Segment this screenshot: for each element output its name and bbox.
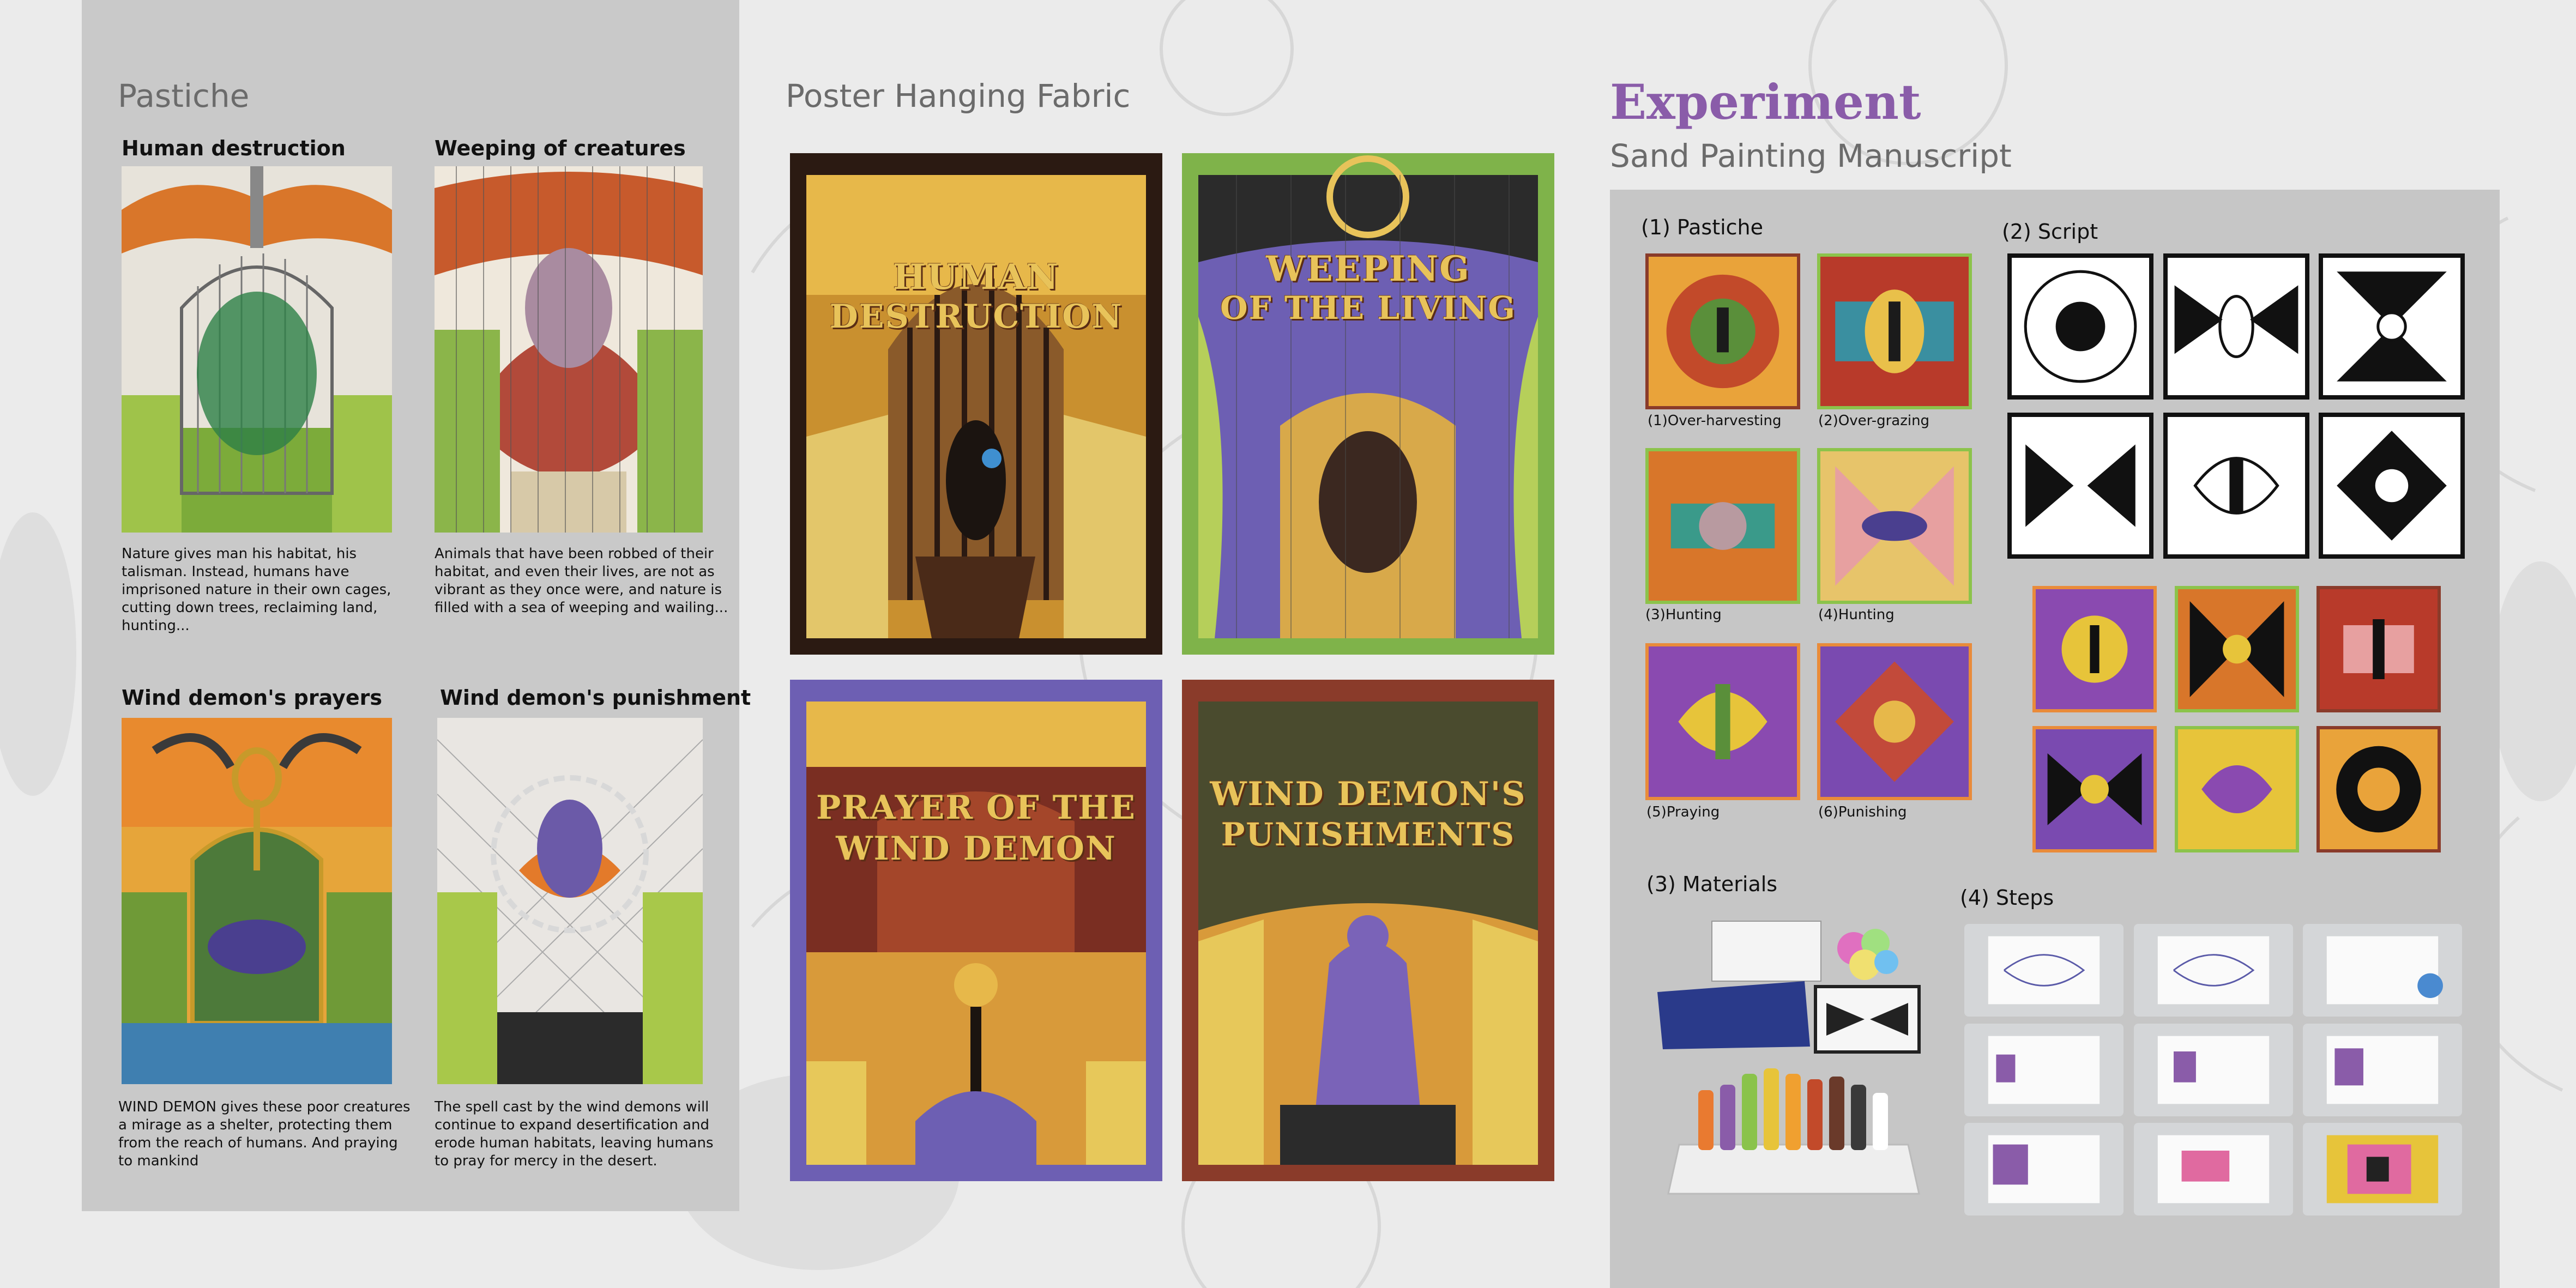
pastiche-heading: Pastiche bbox=[118, 77, 250, 114]
script-line-drawing-6 bbox=[2319, 413, 2465, 559]
poster-title: PRAYER OF THE bbox=[816, 789, 1136, 827]
step-photo-3 bbox=[2303, 924, 2462, 1017]
pastiche-item-title: Human destruction bbox=[122, 136, 346, 160]
poster-wind-demons-punishments: WIND DEMON'S PUNISHMENTS bbox=[1182, 680, 1554, 1181]
step-photo-7 bbox=[1964, 1123, 2123, 1216]
tile-caption: (5)Praying bbox=[1646, 804, 1720, 820]
poster-title: OF THE LIVING bbox=[1220, 289, 1516, 326]
poster-human-destruction: HUMAN DESTRUCTION bbox=[790, 153, 1162, 655]
sand-tile-hunting-1 bbox=[1645, 448, 1800, 604]
pastiche-item-title: Weeping of creatures bbox=[435, 136, 686, 160]
section-label-steps: (4) Steps bbox=[1960, 886, 2054, 910]
step-photo-8 bbox=[2134, 1123, 2293, 1216]
tile-caption: (2)Over-grazing bbox=[1818, 413, 1930, 429]
experiment-title: Experiment bbox=[1610, 74, 1921, 130]
sand-tile-hunting-2 bbox=[1817, 448, 1972, 604]
poster-prayer-of-the-wind-demon: PRAYER OF THE WIND DEMON bbox=[790, 680, 1162, 1181]
pastiche-item-title: Wind demon's punishment bbox=[440, 686, 751, 710]
pastiche-artwork-wind-demons-punishment bbox=[437, 718, 703, 1084]
poster-title: WEEPING bbox=[1266, 249, 1470, 289]
script-colored-2 bbox=[2175, 586, 2299, 712]
experiment-subtitle: Sand Painting Manuscript bbox=[1610, 137, 2012, 174]
step-photo-4 bbox=[1964, 1024, 2123, 1116]
pastiche-item-title: Wind demon's prayers bbox=[122, 686, 382, 710]
tile-caption: (6)Punishing bbox=[1818, 804, 1907, 820]
pastiche-artwork-wind-demons-prayers bbox=[122, 718, 392, 1084]
script-line-drawing-1 bbox=[2007, 253, 2153, 400]
sand-tile-over-harvesting bbox=[1645, 253, 1800, 409]
script-line-drawing-3 bbox=[2319, 253, 2465, 400]
pastiche-item-desc: The spell cast by the wind demons will c… bbox=[435, 1099, 714, 1169]
poster-title: HUMAN bbox=[892, 257, 1060, 298]
sand-tile-punishing bbox=[1817, 643, 1972, 800]
script-colored-5 bbox=[2175, 726, 2299, 852]
script-line-drawing-2 bbox=[2163, 253, 2309, 400]
sand-tile-over-grazing bbox=[1817, 253, 1972, 409]
script-colored-1 bbox=[2032, 586, 2157, 712]
poster-weeping-of-the-living: WEEPING OF THE LIVING bbox=[1182, 153, 1554, 655]
poster-title: PUNISHMENTS bbox=[1221, 816, 1516, 853]
script-colored-4 bbox=[2032, 726, 2157, 852]
script-colored-3 bbox=[2316, 586, 2441, 712]
posters-heading: Poster Hanging Fabric bbox=[786, 77, 1131, 114]
tile-caption: (4)Hunting bbox=[1818, 607, 1895, 623]
poster-title: DESTRUCTION bbox=[829, 298, 1123, 336]
section-label-materials: (3) Materials bbox=[1646, 872, 1778, 896]
tile-caption: (3)Hunting bbox=[1645, 607, 1722, 623]
tile-caption: (1)Over-harvesting bbox=[1648, 413, 1782, 429]
section-label-script: (2) Script bbox=[2002, 220, 2098, 244]
pastiche-item-desc: Animals that have been robbed of their h… bbox=[435, 546, 728, 616]
pastiche-artwork-human-destruction bbox=[122, 166, 392, 533]
script-line-drawing-4 bbox=[2007, 413, 2153, 559]
pastiche-item-desc: Nature gives man his habitat, his talism… bbox=[122, 546, 391, 634]
step-photo-1 bbox=[1964, 924, 2123, 1017]
script-colored-6 bbox=[2316, 726, 2441, 852]
poster-title: WIND DEMON'S bbox=[1210, 775, 1527, 813]
step-photo-6 bbox=[2303, 1024, 2462, 1116]
sand-tile-praying bbox=[1645, 643, 1800, 800]
step-photo-9 bbox=[2303, 1123, 2462, 1216]
poster-title: WIND DEMON bbox=[836, 830, 1117, 868]
step-photo-5 bbox=[2134, 1024, 2293, 1116]
pastiche-item-desc: WIND DEMON gives these poor creatures a … bbox=[118, 1099, 411, 1169]
script-line-drawing-5 bbox=[2163, 413, 2309, 559]
step-photo-2 bbox=[2134, 924, 2293, 1017]
section-label-pastiche: (1) Pastiche bbox=[1641, 215, 1764, 239]
pastiche-artwork-weeping-of-creatures bbox=[435, 166, 703, 533]
materials-photo bbox=[1646, 910, 1930, 1207]
